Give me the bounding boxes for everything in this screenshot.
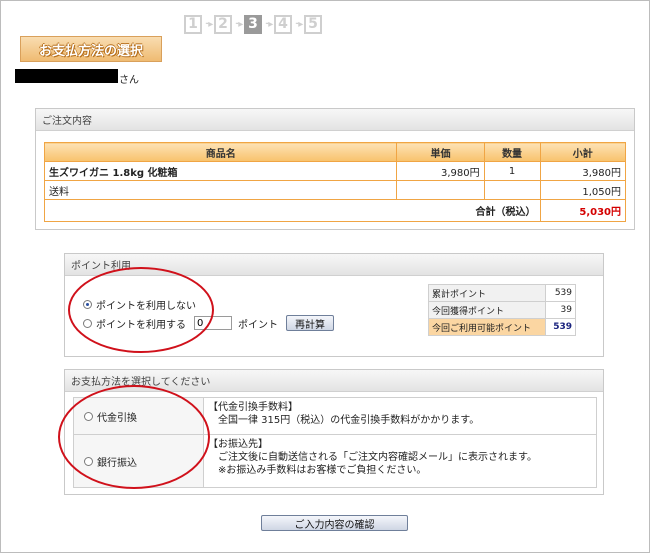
radio-button-selected[interactable]	[83, 300, 92, 309]
points-input[interactable]	[194, 316, 232, 330]
payment-option-bank-label: 銀行振込	[97, 457, 137, 469]
payment-method-table: 代金引換 【代金引換手数料】 全国一律 315円（税込）の代金引換手数料がかかり…	[73, 397, 597, 488]
item-subtotal: 3,980円	[539, 161, 627, 181]
redacted-user-name	[15, 69, 118, 83]
points-panel: ポイント利用 ポイントを利用しない ポイントを利用する ポイント 再計算 累計ポ…	[64, 253, 604, 357]
confirm-input-button[interactable]: ご入力内容の確認	[261, 515, 408, 531]
page-title: お支払方法の選択	[20, 36, 162, 62]
bank-title: 【お振込先】	[208, 439, 268, 450]
points-panel-header: ポイント利用	[65, 254, 603, 276]
total-amount: 5,030円	[539, 199, 627, 222]
cod-fee-title: 【代金引換手数料】	[208, 402, 298, 413]
step-arrow-icon: ···▸	[294, 18, 304, 30]
available-points-label: 今回ご利用可能ポイント	[428, 318, 546, 336]
total-points-label: 累計ポイント	[428, 284, 546, 302]
user-name-suffix: さん	[119, 75, 139, 86]
recalculate-button[interactable]: 再計算	[286, 315, 334, 331]
bank-text-2: ※お振込み手数料はお客様でご負担ください。	[218, 465, 427, 476]
item-name: 生ズワイガニ 1.8kg 化粧箱	[43, 161, 398, 181]
step-arrow-icon: ···▸	[204, 18, 214, 30]
step-arrow-icon: ···▸	[264, 18, 274, 30]
order-table-header-row: 商品名 単価 数量 小計	[43, 142, 627, 162]
points-option-use-label: ポイントを利用する	[96, 319, 186, 331]
col-price: 単価	[396, 142, 485, 162]
table-row: 代金引換 【代金引換手数料】 全国一律 315円（税込）の代金引換手数料がかかり…	[73, 397, 597, 435]
points-option-use[interactable]: ポイントを利用する ポイント 再計算	[83, 315, 334, 331]
col-qty: 数量	[483, 142, 541, 162]
radio-button[interactable]	[84, 456, 93, 466]
item-price: 3,980円	[396, 161, 485, 181]
table-row: 累計ポイント 539	[428, 284, 576, 302]
points-unit: ポイント	[238, 319, 278, 331]
shipping-amount: 1,050円	[539, 180, 627, 200]
points-option-no[interactable]: ポイントを利用しない	[83, 297, 196, 312]
earned-points-label: 今回獲得ポイント	[428, 301, 546, 319]
table-row: 送料 1,050円	[43, 180, 627, 200]
order-table: 商品名 単価 数量 小計 生ズワイガニ 1.8kg 化粧箱 3,980円 1 3…	[43, 142, 627, 222]
cod-fee-text: 全国一律 315円（税込）の代金引換手数料がかかります。	[218, 415, 480, 426]
col-product: 商品名	[43, 142, 398, 162]
table-row: 今回獲得ポイント 39	[428, 301, 576, 319]
payment-cod-description: 【代金引換手数料】 全国一律 315円（税込）の代金引換手数料がかかります。	[203, 397, 597, 435]
item-qty: 1	[483, 161, 541, 181]
payment-panel-header: お支払方法を選択してください	[65, 370, 603, 392]
col-subtotal: 小計	[539, 142, 627, 162]
total-points-value: 539	[545, 284, 576, 302]
radio-button[interactable]	[84, 411, 93, 421]
payment-bank-description: 【お振込先】 ご注文後に自動送信される「ご注文内容確認メール」に表示されます。 …	[203, 434, 597, 488]
step-1: 1	[184, 14, 202, 34]
step-4: 4	[274, 14, 292, 34]
step-5: 5	[304, 14, 322, 34]
step-2: 2	[214, 14, 232, 34]
step-indicator: 1 ···▸ 2 ···▸ 3 ···▸ 4 ···▸ 5	[184, 14, 322, 34]
points-option-no-label: ポイントを利用しない	[96, 301, 196, 312]
payment-panel: お支払方法を選択してください 代金引換 【代金引換手数料】 全国一律 315円（…	[64, 369, 604, 495]
earned-points-value: 39	[545, 301, 576, 319]
table-row: 銀行振込 【お振込先】 ご注文後に自動送信される「ご注文内容確認メール」に表示さ…	[73, 434, 597, 488]
payment-option-bank[interactable]: 銀行振込	[73, 434, 204, 488]
total-label: 合計（税込）	[44, 199, 541, 222]
points-summary-table: 累計ポイント 539 今回獲得ポイント 39 今回ご利用可能ポイント 539	[428, 284, 576, 336]
radio-button[interactable]	[83, 318, 92, 328]
step-arrow-icon: ···▸	[234, 18, 244, 30]
available-points-value: 539	[545, 318, 576, 336]
step-3-current: 3	[244, 14, 262, 34]
payment-option-cod[interactable]: 代金引換	[73, 397, 204, 435]
order-panel: ご注文内容 商品名 単価 数量 小計 生ズワイガニ 1.8kg 化粧箱 3,98…	[35, 108, 635, 230]
bank-text-1: ご注文後に自動送信される「ご注文内容確認メール」に表示されます。	[218, 452, 537, 463]
table-row: 合計（税込） 5,030円	[44, 199, 627, 222]
payment-option-cod-label: 代金引換	[97, 412, 137, 424]
order-panel-header: ご注文内容	[36, 109, 634, 131]
table-row: 生ズワイガニ 1.8kg 化粧箱 3,980円 1 3,980円	[43, 161, 627, 181]
page-title-text: お支払方法の選択	[38, 43, 143, 59]
shipping-label: 送料	[43, 180, 398, 200]
table-row: 今回ご利用可能ポイント 539	[428, 318, 576, 336]
